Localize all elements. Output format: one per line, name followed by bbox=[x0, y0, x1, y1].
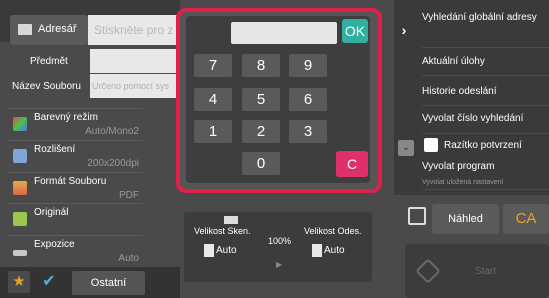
subject-row: Předmět bbox=[0, 49, 180, 75]
send-size-label: Velikost Odes. bbox=[304, 226, 362, 236]
setting-exposure[interactable]: Expozice Auto bbox=[8, 235, 143, 267]
key-3[interactable]: 3 bbox=[289, 120, 327, 143]
stamp-label: Razítko potvrzení bbox=[444, 140, 522, 151]
key-4[interactable]: 4 bbox=[194, 88, 232, 111]
subject-input[interactable] bbox=[90, 49, 180, 73]
address-book-icon bbox=[18, 24, 32, 35]
start-icon bbox=[415, 258, 441, 284]
menu-confirm-stamp[interactable]: Razítko potvrzení bbox=[424, 136, 549, 156]
scanner-icon bbox=[224, 216, 238, 224]
filename-input[interactable]: Určeno pomocí sys bbox=[90, 74, 180, 98]
setting-label: Expozice bbox=[34, 239, 75, 250]
key-7[interactable]: 7 bbox=[194, 54, 232, 77]
menu-global-address-search[interactable]: Vyhledání globální adresy bbox=[422, 12, 549, 48]
filename-row: Název Souboru Určeno pomocí sys bbox=[0, 74, 180, 100]
setting-original[interactable]: Originál bbox=[8, 203, 143, 235]
setting-label: Rozlišení bbox=[34, 144, 76, 155]
setting-value: PDF bbox=[119, 190, 139, 201]
key-0[interactable]: 0 bbox=[242, 152, 280, 175]
address-book-label: Adresář bbox=[38, 23, 77, 35]
recall-program-sub: Vyvolat uložená nastavení bbox=[422, 179, 504, 186]
setting-label: Formát Souboru bbox=[34, 176, 107, 187]
ok-button[interactable]: OK bbox=[342, 19, 368, 43]
start-label: Start bbox=[475, 266, 497, 277]
setting-color-mode[interactable]: Barevný režim Auto/Mono2 bbox=[8, 108, 143, 140]
key-5[interactable]: 5 bbox=[242, 88, 280, 111]
ratio-value: 100% bbox=[268, 236, 292, 246]
file-format-icon bbox=[13, 181, 27, 195]
stamp-checkbox[interactable] bbox=[424, 138, 438, 152]
arrow-right-icon: ▶ bbox=[276, 260, 283, 269]
keypad-display[interactable] bbox=[231, 22, 337, 44]
original-icon bbox=[13, 212, 27, 226]
others-button[interactable]: Ostatní bbox=[72, 271, 145, 295]
ca-button[interactable]: CA bbox=[503, 204, 549, 234]
star-icon[interactable]: ★ bbox=[8, 271, 30, 293]
chevron-right-icon[interactable]: › bbox=[394, 15, 414, 45]
start-button[interactable]: Start bbox=[405, 244, 549, 298]
menu-send-history[interactable]: Historie odeslání bbox=[422, 76, 549, 106]
setting-label: Originál bbox=[34, 207, 69, 218]
exposure-icon bbox=[13, 250, 27, 256]
setting-file-format[interactable]: Formát Souboru PDF bbox=[8, 172, 143, 204]
address-book-button[interactable]: Adresář bbox=[10, 15, 88, 45]
key-1[interactable]: 1 bbox=[194, 120, 232, 143]
key-2[interactable]: 2 bbox=[242, 120, 280, 143]
key-9[interactable]: 9 bbox=[289, 54, 327, 77]
key-8[interactable]: 8 bbox=[242, 54, 280, 77]
check-icon[interactable]: ✔ bbox=[35, 271, 63, 293]
scan-size-label: Velikost Sken. bbox=[194, 226, 251, 236]
document-icon bbox=[312, 244, 322, 257]
chevron-down-icon[interactable]: ⌄ bbox=[398, 140, 414, 156]
filename-label: Název Souboru bbox=[12, 81, 81, 92]
color-mode-icon bbox=[13, 117, 27, 131]
setting-label: Barevný režim bbox=[34, 112, 98, 123]
subject-label: Předmět bbox=[30, 56, 68, 67]
clear-button[interactable]: C bbox=[336, 151, 368, 177]
preview-icon[interactable] bbox=[408, 207, 426, 225]
menu-recall-program[interactable]: Vyvolat program Vyvolat uložená nastaven… bbox=[422, 156, 549, 190]
bottom-toolbar: ★ ✔ Ostatní bbox=[0, 267, 180, 298]
numeric-keypad: OK 7 8 9 4 5 6 1 2 3 0 C bbox=[186, 16, 370, 183]
resolution-icon bbox=[13, 149, 27, 163]
menu-recall-search-number[interactable]: Vyvolat číslo vyhledání bbox=[422, 106, 549, 134]
setting-value: Auto/Mono2 bbox=[85, 126, 139, 137]
menu-current-tasks[interactable]: Aktuální úlohy bbox=[422, 48, 549, 76]
size-panel[interactable]: Velikost Sken. Velikost Odes. Auto 100% … bbox=[184, 212, 372, 282]
key-6[interactable]: 6 bbox=[289, 88, 327, 111]
send-size-value: Auto bbox=[324, 245, 345, 256]
preview-button[interactable]: Náhled bbox=[432, 204, 499, 234]
setting-value: Auto bbox=[118, 253, 139, 264]
address-input[interactable]: Stiskněte pro z bbox=[88, 15, 180, 45]
document-icon bbox=[204, 244, 214, 257]
setting-value: 200x200dpi bbox=[87, 158, 139, 169]
recall-program-label: Vyvolat program bbox=[422, 161, 495, 172]
scan-size-value: Auto bbox=[216, 245, 237, 256]
setting-resolution[interactable]: Rozlišení 200x200dpi bbox=[8, 140, 143, 172]
